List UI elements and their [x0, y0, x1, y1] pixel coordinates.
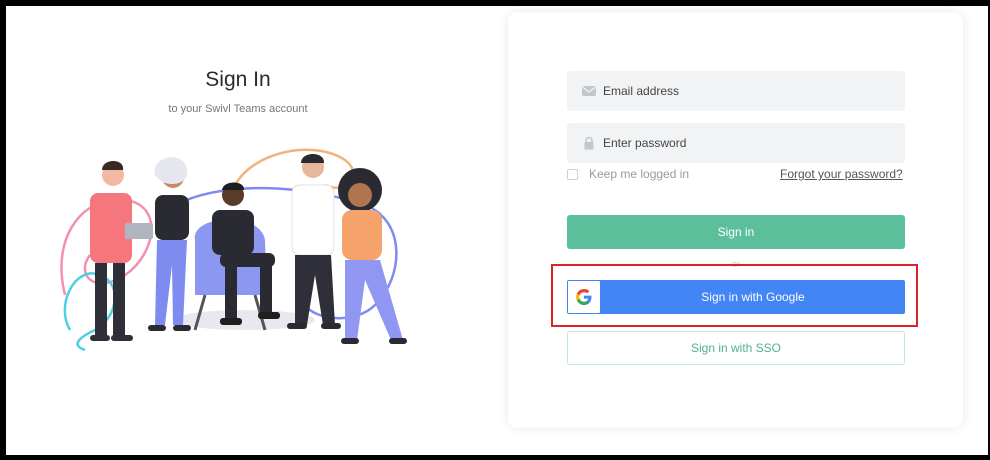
- google-g-icon: [576, 289, 592, 305]
- lock-icon: [584, 136, 594, 150]
- sign-in-google-button[interactable]: Sign in with Google: [567, 280, 905, 314]
- page-subtitle: to your Swivl Teams account: [168, 103, 308, 115]
- password-input[interactable]: [603, 123, 893, 163]
- email-field-wrapper[interactable]: [567, 71, 905, 111]
- password-field-wrapper[interactable]: [567, 123, 905, 163]
- remember-me: Keep me logged in: [567, 167, 689, 181]
- google-logo-box: [568, 281, 600, 313]
- remember-checkbox[interactable]: [567, 168, 578, 180]
- team-illustration: [60, 148, 407, 352]
- forgot-password-link[interactable]: Forgot your password?: [780, 167, 903, 181]
- envelope-icon: [582, 86, 596, 96]
- remember-label: Keep me logged in: [589, 167, 690, 181]
- page-title: Sign In: [205, 68, 271, 91]
- email-input[interactable]: [603, 71, 893, 111]
- sign-in-sso-button[interactable]: Sign in with SSO: [567, 331, 905, 365]
- sign-in-button[interactable]: Sign in: [567, 215, 905, 249]
- google-button-label: Sign in with Google: [701, 290, 805, 304]
